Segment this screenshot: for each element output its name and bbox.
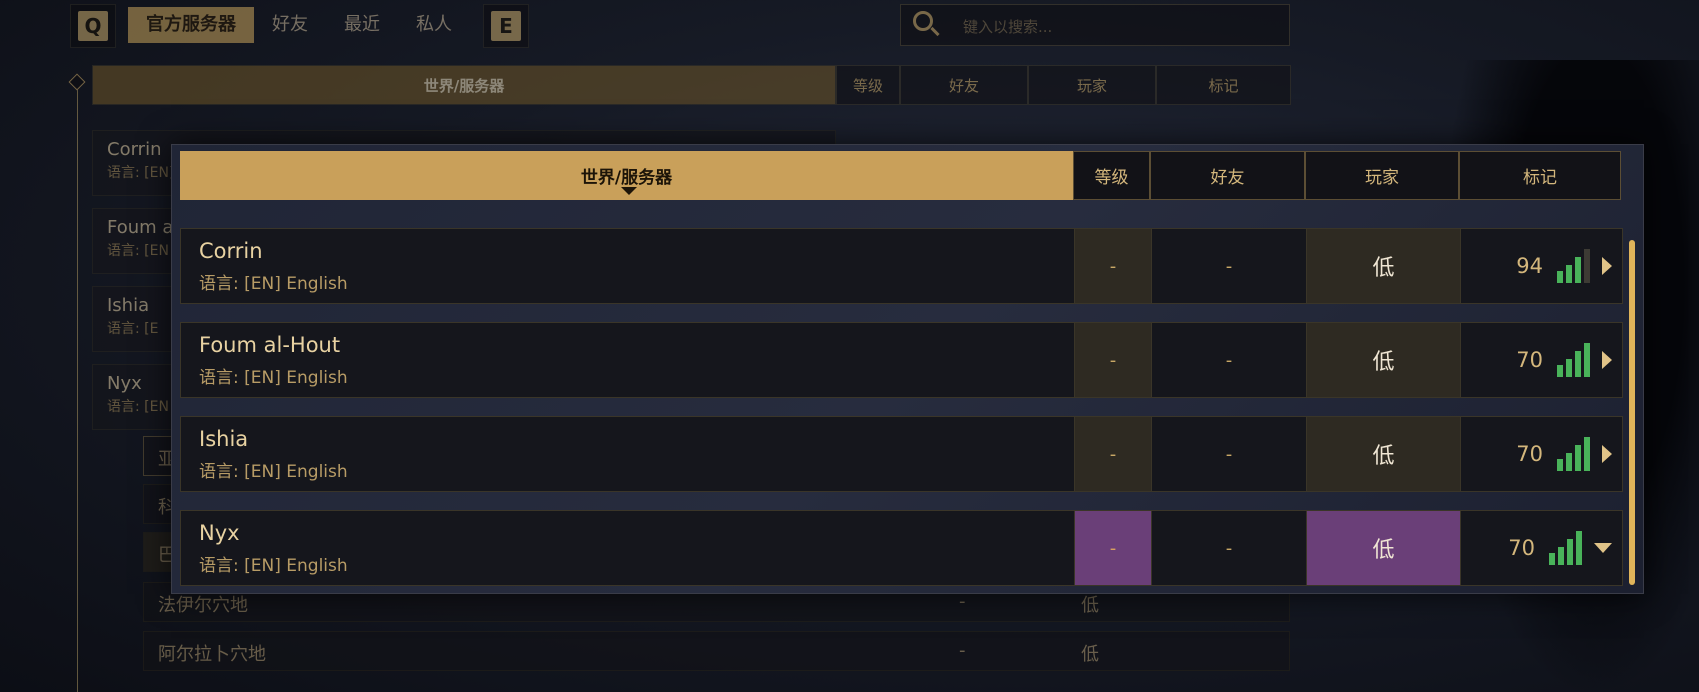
expand-right-icon[interactable]	[1602, 445, 1612, 463]
server-row[interactable]: Ishia 语言: [EN] English - - 低 70	[180, 416, 1623, 492]
server-friends: -	[1151, 229, 1306, 303]
tab-official-servers[interactable]: 官方服务器	[128, 7, 254, 43]
tab-recent[interactable]: 最近	[326, 7, 398, 43]
header-level[interactable]: 等级	[1073, 151, 1150, 200]
server-level: -	[1074, 323, 1151, 397]
server-language: 语言: [EN] English	[199, 273, 348, 294]
bg-header-tags[interactable]: 标记	[1156, 65, 1291, 105]
search-icon	[913, 11, 933, 31]
server-ping: 70	[1516, 348, 1543, 372]
server-level: -	[1074, 229, 1151, 303]
server-language: 语言: [EN] English	[199, 555, 348, 576]
server-list: Corrin 语言: [EN] English - - 低 94 Foum al…	[180, 228, 1623, 604]
bg-subserver-players: 低	[1081, 644, 1099, 665]
search-placeholder: 键入以搜索...	[963, 18, 1053, 36]
server-name: Corrin	[199, 238, 263, 263]
server-friends: -	[1151, 511, 1306, 585]
server-info: Foum al-Hout 语言: [EN] English	[181, 323, 1074, 397]
bg-header-world[interactable]: 世界/服务器	[92, 65, 836, 105]
header-world-server[interactable]: 世界/服务器	[180, 151, 1073, 200]
expand-right-icon[interactable]	[1602, 257, 1612, 275]
server-population: 低	[1306, 511, 1460, 585]
bg-header-players[interactable]: 玩家	[1028, 65, 1156, 105]
server-friends: -	[1151, 323, 1306, 397]
server-ping: 70	[1508, 536, 1535, 560]
signal-strength-icon	[1549, 531, 1582, 565]
signal-strength-icon	[1557, 343, 1590, 377]
bg-header-friends[interactable]: 好友	[900, 65, 1028, 105]
server-tags: 94	[1460, 229, 1622, 303]
server-friends: -	[1151, 417, 1306, 491]
server-level: -	[1074, 511, 1151, 585]
hotkey-e-button[interactable]: E	[483, 4, 529, 48]
server-population: 低	[1306, 229, 1460, 303]
server-level: -	[1074, 417, 1151, 491]
header-friends[interactable]: 好友	[1150, 151, 1305, 200]
header-world-label: 世界/服务器	[580, 168, 673, 188]
column-header: 世界/服务器 等级 好友 玩家 标记	[180, 151, 1621, 200]
expand-right-icon[interactable]	[1602, 351, 1612, 369]
server-row[interactable]: Nyx 语言: [EN] English - - 低 70	[180, 510, 1623, 586]
server-info: Corrin 语言: [EN] English	[181, 229, 1074, 303]
server-population: 低	[1306, 417, 1460, 491]
server-name: Nyx	[199, 520, 240, 545]
server-ping: 70	[1516, 442, 1543, 466]
server-language: 语言: [EN] English	[199, 461, 348, 482]
header-tags[interactable]: 标记	[1459, 151, 1621, 200]
server-population: 低	[1306, 323, 1460, 397]
signal-strength-icon	[1557, 249, 1590, 283]
hotkey-q-label: Q	[78, 11, 108, 41]
tab-friends[interactable]: 好友	[254, 7, 326, 43]
header-players[interactable]: 玩家	[1305, 151, 1459, 200]
hotkey-q-button[interactable]: Q	[70, 4, 116, 48]
search-input[interactable]: 键入以搜索...	[900, 4, 1290, 46]
bg-subserver-row[interactable]: 阿尔拉卜穴地 - 低	[143, 631, 1290, 671]
server-name: Foum al-Hout	[199, 332, 341, 357]
bg-column-header: 世界/服务器 等级 好友 玩家 标记	[92, 65, 1291, 105]
hotkey-e-label: E	[491, 11, 521, 41]
server-tags: 70	[1460, 417, 1622, 491]
sort-desc-icon	[621, 187, 637, 195]
server-list-panel: 世界/服务器 等级 好友 玩家 标记 Corrin 语言: [EN] Engli…	[171, 144, 1644, 594]
tree-line	[77, 82, 78, 692]
server-language: 语言: [EN] English	[199, 367, 348, 388]
server-ping: 94	[1516, 254, 1543, 278]
server-info: Nyx 语言: [EN] English	[181, 511, 1074, 585]
server-info: Ishia 语言: [EN] English	[181, 417, 1074, 491]
server-name: Ishia	[199, 426, 249, 451]
server-row[interactable]: Corrin 语言: [EN] English - - 低 94	[180, 228, 1623, 304]
signal-strength-icon	[1557, 437, 1590, 471]
server-tags: 70	[1460, 511, 1622, 585]
scrollbar[interactable]	[1629, 240, 1635, 585]
tab-private[interactable]: 私人	[398, 7, 470, 43]
server-tabs: 官方服务器 好友 最近 私人	[128, 7, 470, 43]
server-tags: 70	[1460, 323, 1622, 397]
bg-subserver-name: 阿尔拉卜穴地	[158, 644, 266, 665]
tree-node-icon	[68, 73, 86, 91]
server-row[interactable]: Foum al-Hout 语言: [EN] English - - 低 70	[180, 322, 1623, 398]
bg-subserver-friends: -	[959, 640, 966, 661]
collapse-down-icon[interactable]	[1594, 543, 1612, 553]
bg-header-level[interactable]: 等级	[836, 65, 900, 105]
